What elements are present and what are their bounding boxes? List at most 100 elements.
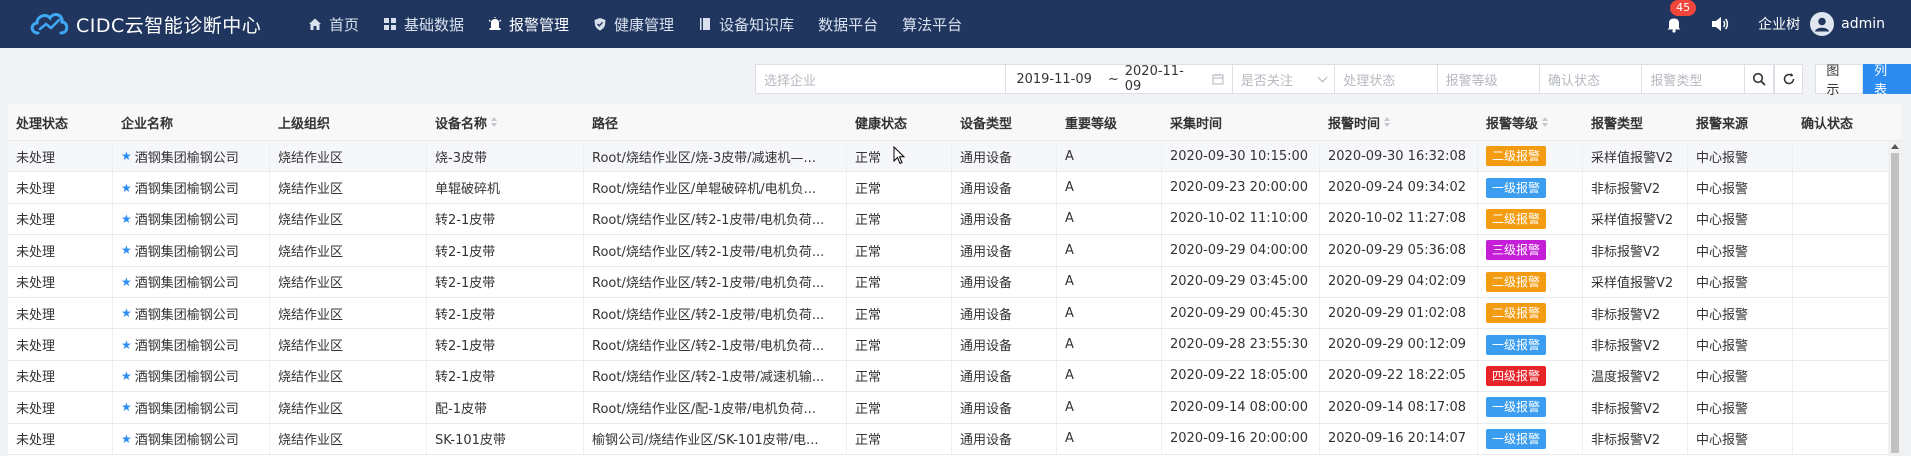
cell-text: 2020-09-23 20:00:00 (1170, 180, 1309, 196)
nav-data-platform[interactable]: 数据平台 (806, 0, 890, 48)
grid-icon (384, 18, 397, 30)
table-row[interactable]: 未处理 ★ 酒钢集团榆钢公司 烧结作业区 转2-1皮带 Root/烧结作业区/转2-1皮带… (8, 329, 1902, 361)
cell-process-status: 未处理 (8, 423, 113, 454)
cell-collect-time: 2020-09-29 04:00:00 (1162, 235, 1320, 266)
alarm-level-badge: 一级报警 (1486, 428, 1547, 449)
column-header-alarm-level[interactable]: 报警等级 (1478, 104, 1583, 140)
cell-device-type: 通用设备 (952, 235, 1057, 266)
cell-text: 未处理 (16, 244, 56, 260)
brand[interactable]: CIDC云智能诊断中心 (28, 7, 296, 41)
column-header-importance-level: 重要等级 (1057, 104, 1162, 140)
cell-text: 酒钢集团榆钢公司 (134, 370, 239, 386)
alarm-level-select[interactable]: 报警等级 (1436, 64, 1541, 94)
date-range-picker[interactable]: 2019-11-09 ~ 2020-11-09 (1005, 64, 1233, 94)
cell-company-name: ★ 酒钢集团榆钢公司 (113, 172, 270, 203)
star-icon[interactable]: ★ (121, 243, 132, 257)
scroll-up-arrow-icon[interactable] (1891, 144, 1899, 149)
cell-process-status: 未处理 (8, 329, 113, 360)
sort-icon[interactable] (491, 117, 498, 127)
column-header-alarm-type: 报警类型 (1583, 104, 1688, 140)
table-row[interactable]: 未处理 ★ 酒钢集团榆钢公司 烧结作业区 转2-1皮带 Root/烧结作业区/转2-1皮带… (8, 360, 1902, 393)
table-row[interactable]: 未处理 ★ 酒钢集团榆钢公司 烧结作业区 单辊破碎机 Root/烧结作业区/单辊破碎机/电… (8, 172, 1902, 204)
cell-health-status: 正常 (847, 392, 952, 423)
cell-text: 通用设备 (960, 339, 1013, 355)
notification-button[interactable]: 45 (1664, 0, 1697, 34)
star-icon[interactable]: ★ (121, 149, 132, 163)
cell-text: 非标报警V2 (1591, 182, 1661, 198)
star-icon[interactable]: ★ (121, 338, 132, 352)
cell-health-status: 正常 (847, 235, 952, 266)
cell-device-name: 转2-1皮带 (427, 235, 584, 266)
table-row[interactable]: 未处理 ★ 酒钢集团榆钢公司 烧结作业区 SK-101皮带 榆钢公司/烧结作业区/SK-1… (8, 423, 1902, 455)
cell-alarm-level: 二级报警 (1478, 297, 1583, 329)
cell-text: 2020-10-02 11:10:00 (1170, 211, 1309, 227)
sort-icon[interactable] (1542, 117, 1549, 127)
cell-importance-level: A (1057, 329, 1162, 360)
cell-parent-org: 烧结作业区 (270, 329, 427, 360)
cell-health-status: 正常 (847, 172, 952, 203)
column-header-label: 处理状态 (16, 116, 69, 132)
star-icon[interactable]: ★ (121, 432, 132, 446)
alarm-type-select[interactable]: 报警类型 (1641, 64, 1745, 94)
cell-text: 采样值报警V2 (1591, 150, 1674, 166)
nav-base-data[interactable]: 基础数据 (371, 0, 476, 48)
table-row[interactable]: 未处理 ★ 酒钢集团榆钢公司 烧结作业区 配-1皮带 Root/烧结作业区/配-1皮带/电… (8, 392, 1902, 424)
table-row[interactable]: 未处理 ★ 酒钢集团榆钢公司 烧结作业区 转2-1皮带 Root/烧结作业区/转2-1皮带… (8, 235, 1902, 267)
cell-text: Root/烧结作业区/烧-3皮带/减速机—... (592, 150, 816, 166)
process-status-select[interactable]: 处理状态 (1334, 64, 1438, 94)
list-view-button[interactable]: 列表 (1863, 64, 1911, 98)
speaker-icon[interactable] (1710, 15, 1730, 33)
star-icon[interactable]: ★ (121, 275, 132, 289)
cell-text: 未处理 (16, 401, 56, 417)
vertical-scrollbar[interactable] (1888, 141, 1902, 456)
star-icon[interactable]: ★ (121, 369, 132, 383)
avatar[interactable] (1810, 12, 1835, 36)
scrollbar-thumb[interactable] (1891, 153, 1899, 453)
follow-select[interactable]: 是否关注 (1231, 64, 1336, 94)
username[interactable]: admin (1841, 16, 1885, 32)
column-header-device-name[interactable]: 设备名称 (427, 104, 584, 140)
cell-alarm-time: 2020-09-16 20:14:07 (1320, 423, 1478, 454)
company-tree-link[interactable]: 企业树 (1758, 14, 1800, 34)
refresh-button[interactable] (1773, 64, 1804, 94)
chart-view-button[interactable]: 图示 (1815, 64, 1864, 98)
star-icon[interactable]: ★ (121, 181, 132, 195)
table-row[interactable]: 未处理 ★ 酒钢集团榆钢公司 烧结作业区 转2-1皮带 Root/烧结作业区/转2-1皮带… (8, 297, 1902, 330)
cell-collect-time: 2020-09-22 18:05:00 (1162, 360, 1320, 392)
cell-company-name: ★ 酒钢集团榆钢公司 (113, 392, 270, 423)
column-header-alarm-source: 报警来源 (1688, 104, 1793, 140)
cell-path: Root/烧结作业区/配-1皮带/电机负荷... (584, 392, 847, 423)
star-icon[interactable]: ★ (121, 306, 132, 320)
cell-path: 榆钢公司/烧结作业区/SK-101皮带/电... (584, 423, 847, 454)
cell-device-name: 转2-1皮带 (427, 266, 584, 297)
cell-text: 转2-1皮带 (435, 370, 496, 386)
star-icon[interactable]: ★ (121, 400, 132, 414)
table-header: 处理状态 企业名称 上级组织 设备名称 路径 健康状态 设备类型 重要等级 采集时间 报警时间 报警… (8, 104, 1902, 141)
nav-health-management[interactable]: 健康管理 (581, 0, 686, 48)
cell-alarm-source: 中心报警 (1688, 203, 1793, 235)
table-row[interactable]: 未处理 ★ 酒钢集团榆钢公司 烧结作业区 转2-1皮带 Root/烧结作业区/转2-1皮带… (8, 203, 1902, 236)
column-header-alarm-time[interactable]: 报警时间 (1320, 104, 1478, 140)
column-header-device-type: 设备类型 (952, 104, 1057, 140)
cell-path: Root/烧结作业区/转2-1皮带/电机负荷... (584, 203, 847, 235)
cell-text: 酒钢集团榆钢公司 (134, 339, 239, 355)
confirm-status-select[interactable]: 确认状态 (1539, 64, 1643, 94)
alarm-level-badge: 二级报警 (1486, 271, 1547, 292)
nav-home[interactable]: 首页 (296, 0, 371, 48)
star-icon[interactable]: ★ (121, 212, 132, 226)
sort-icon[interactable] (1384, 117, 1391, 127)
cell-collect-time: 2020-09-23 20:00:00 (1162, 172, 1320, 203)
table-row[interactable]: 未处理 ★ 酒钢集团榆钢公司 烧结作业区 转2-1皮带 Root/烧结作业区/转2-1皮带… (8, 266, 1902, 298)
cell-text: 非标报警V2 (1591, 244, 1661, 260)
nav-knowledge-base[interactable]: 设备知识库 (686, 0, 806, 48)
nav-algorithm-platform[interactable]: 算法平台 (890, 0, 974, 48)
confirm-status-placeholder: 确认状态 (1548, 73, 1601, 89)
alarm-table: 处理状态 企业名称 上级组织 设备名称 路径 健康状态 设备类型 重要等级 采集时间 报警时间 报警… (8, 104, 1902, 456)
cell-text: 烧结作业区 (278, 276, 344, 292)
company-select[interactable]: 选择企业 (755, 64, 1007, 94)
cell-importance-level: A (1057, 360, 1162, 392)
search-button[interactable] (1743, 64, 1774, 94)
nav-alarm-management[interactable]: 报警管理 (476, 0, 581, 48)
table-row[interactable]: 未处理 ★ 酒钢集团榆钢公司 烧结作业区 烧-3皮带 Root/烧结作业区/烧-3皮带/减… (8, 141, 1902, 173)
book-icon (700, 18, 711, 30)
